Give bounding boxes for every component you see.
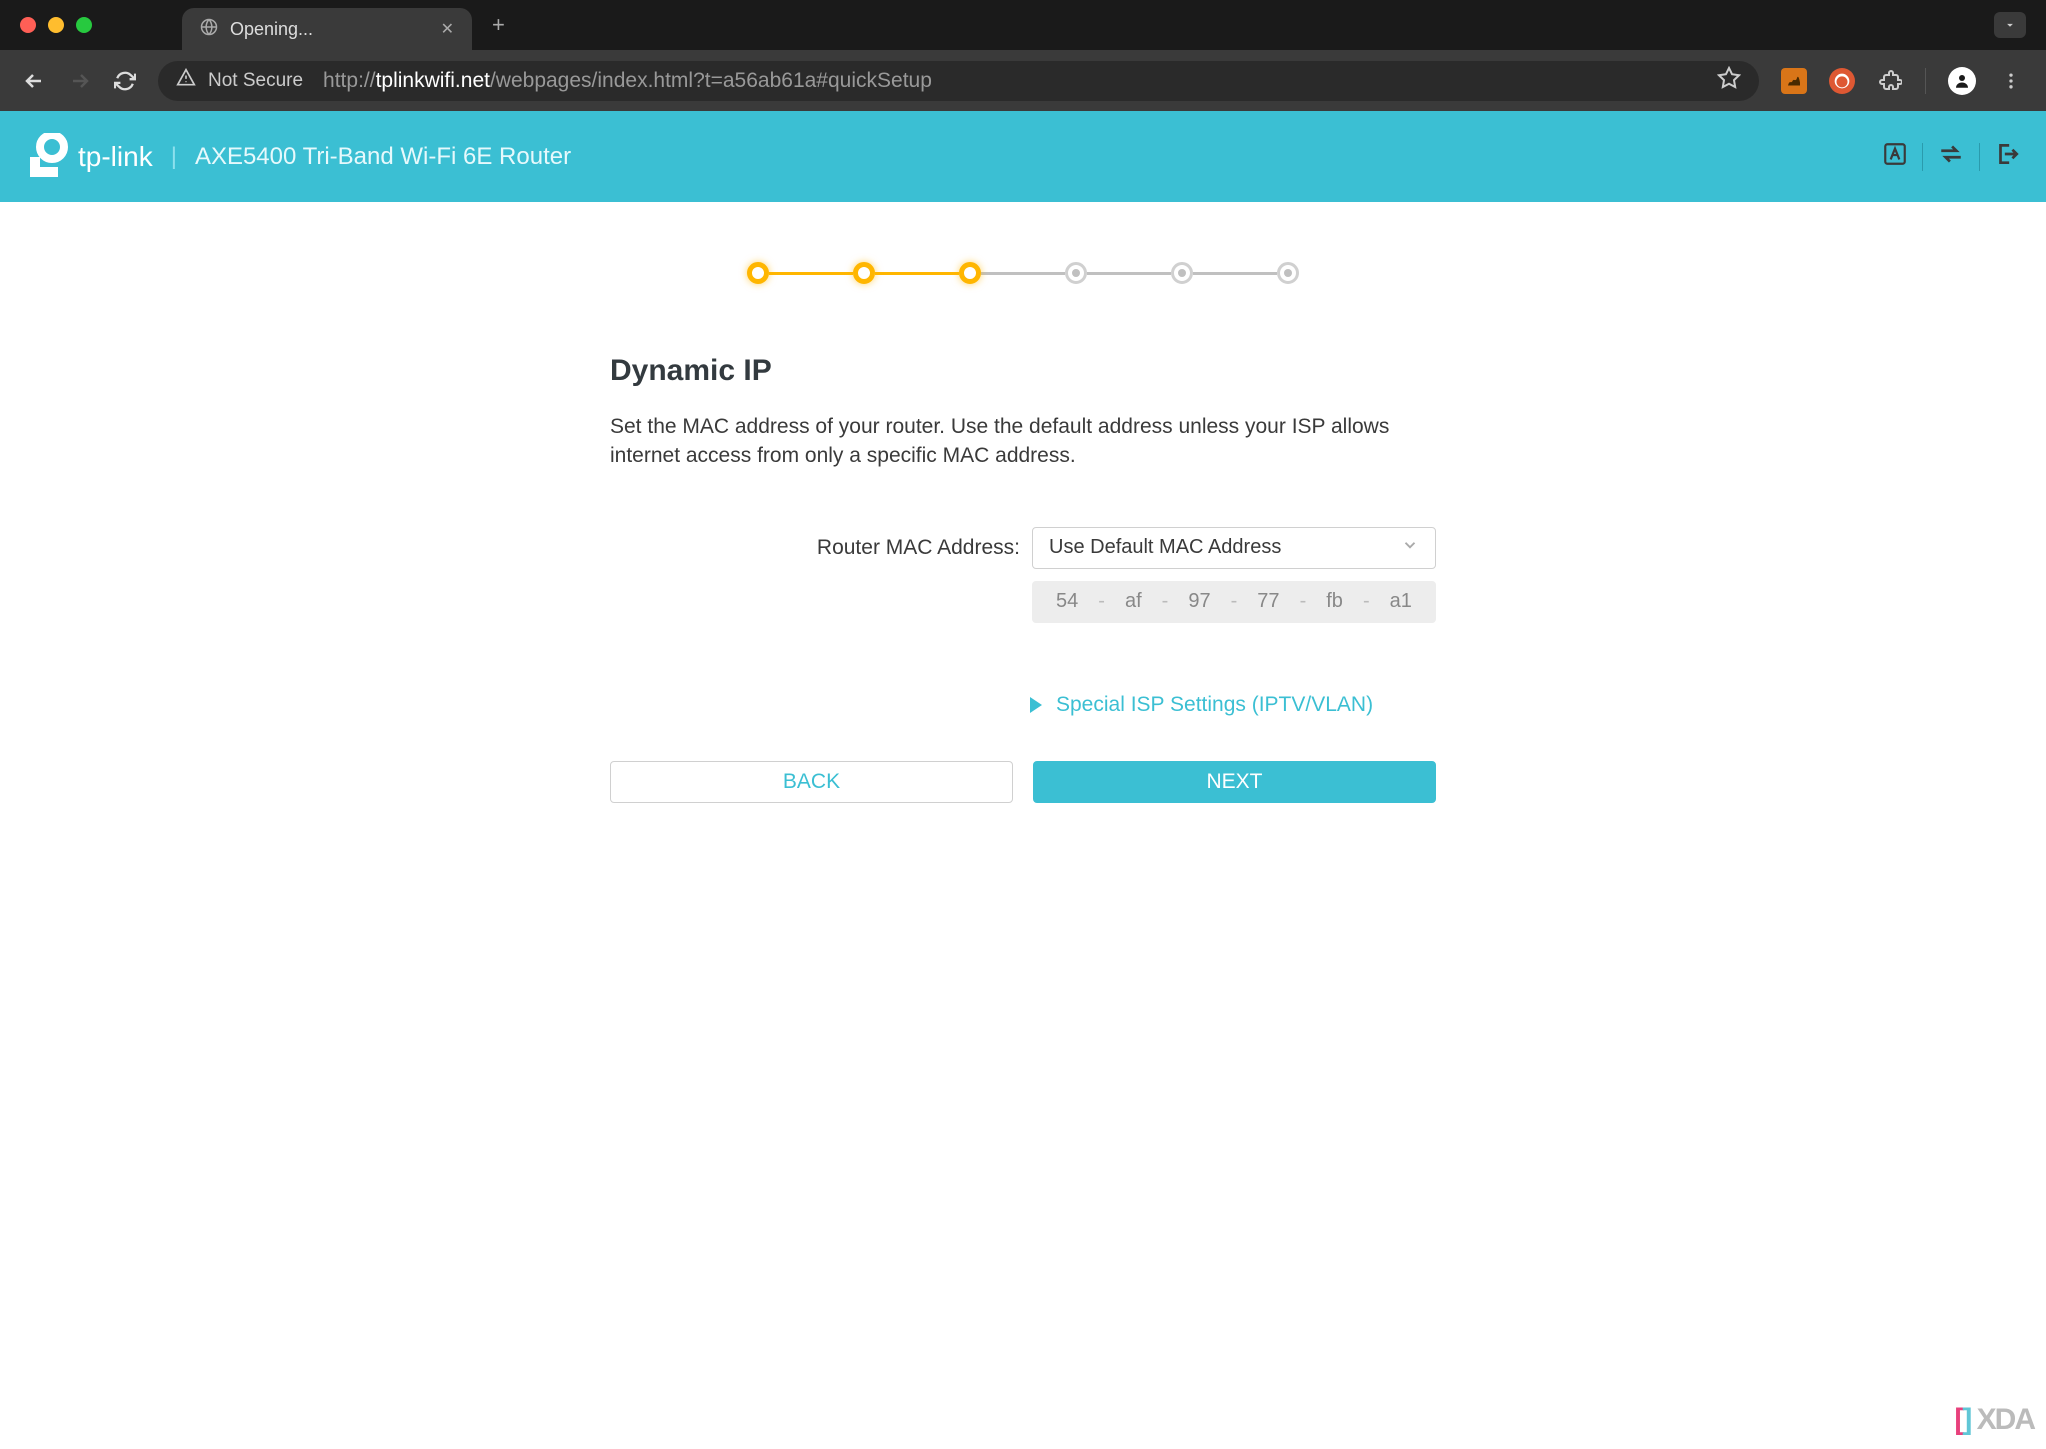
step-node-3	[959, 262, 981, 284]
extension-camelizer-icon[interactable]	[1781, 68, 1807, 94]
browser-tab[interactable]: Opening... ✕	[182, 8, 472, 50]
divider	[1925, 68, 1926, 94]
step-line	[1087, 272, 1171, 275]
next-button[interactable]: NEXT	[1033, 761, 1436, 803]
mac-separator: -	[1300, 590, 1307, 613]
extensions-button[interactable]	[1877, 68, 1903, 94]
url-bar[interactable]: Not Secure http://tplinkwifi.net/webpage…	[158, 61, 1759, 101]
divider	[1922, 143, 1923, 171]
step-node-1	[747, 262, 769, 284]
chevron-down-icon	[1401, 536, 1419, 560]
url-bar-row: Not Secure http://tplinkwifi.net/webpage…	[0, 50, 2046, 111]
mac-address-row: Router MAC Address: Use Default MAC Addr…	[610, 527, 1436, 569]
tabs-dropdown-button[interactable]	[1994, 12, 2026, 38]
back-button[interactable]: BACK	[610, 761, 1013, 803]
triangle-right-icon	[1030, 697, 1042, 713]
logout-button[interactable]	[1994, 141, 2020, 172]
mac-address-display: 54-af-97-77-fb-a1	[1032, 581, 1436, 623]
app-header: tp-link | AXE5400 Tri-Band Wi-Fi 6E Rout…	[0, 111, 2046, 202]
step-line	[981, 272, 1065, 275]
tplink-logo-icon	[26, 133, 70, 181]
button-row: BACK NEXT	[610, 761, 1436, 803]
minimize-window-button[interactable]	[48, 17, 64, 33]
mac-address-label: Router MAC Address:	[817, 536, 1020, 560]
tab-title: Opening...	[230, 19, 429, 40]
page-description: Set the MAC address of your router. Use …	[610, 412, 1436, 471]
product-name: AXE5400 Tri-Band Wi-Fi 6E Router	[195, 143, 571, 171]
reload-button[interactable]	[114, 70, 136, 92]
mac-display-row: 54-af-97-77-fb-a1	[610, 581, 1436, 623]
not-secure-icon	[176, 68, 196, 93]
page-title: Dynamic IP	[610, 354, 1436, 388]
profile-button[interactable]	[1948, 67, 1976, 95]
mac-address-select[interactable]: Use Default MAC Address	[1032, 527, 1436, 569]
brand-name: tp-link	[78, 141, 153, 173]
new-tab-button[interactable]: +	[492, 12, 505, 38]
url-text: http://tplinkwifi.net/webpages/index.htm…	[323, 69, 932, 93]
bookmark-star-icon[interactable]	[1717, 66, 1741, 95]
language-button[interactable]	[1882, 141, 1908, 172]
step-node-5	[1171, 262, 1193, 284]
maximize-window-button[interactable]	[76, 17, 92, 33]
setup-panel: Dynamic IP Set the MAC address of your r…	[610, 354, 1436, 803]
expand-label: Special ISP Settings (IPTV/VLAN)	[1056, 693, 1373, 717]
step-line	[769, 272, 853, 275]
browser-menu-button[interactable]	[1998, 68, 2024, 94]
mac-octet: fb	[1326, 590, 1343, 613]
divider	[1979, 143, 1980, 171]
progress-stepper	[747, 262, 1299, 284]
main-content: Dynamic IP Set the MAC address of your r…	[0, 202, 2046, 863]
divider: |	[171, 143, 177, 171]
close-tab-icon[interactable]: ✕	[441, 19, 454, 39]
mac-octet: 77	[1257, 590, 1279, 613]
xda-watermark: [] XDA	[1954, 1403, 2034, 1437]
mac-octet: 97	[1188, 590, 1210, 613]
step-line	[875, 272, 959, 275]
security-label: Not Secure	[208, 70, 303, 92]
browser-actions	[1781, 67, 2024, 95]
select-value: Use Default MAC Address	[1049, 536, 1281, 559]
window-controls	[20, 17, 92, 33]
titlebar: Opening... ✕ +	[0, 0, 2046, 50]
mac-separator: -	[1363, 590, 1370, 613]
switch-mode-button[interactable]	[1937, 141, 1965, 172]
mac-octet: a1	[1390, 590, 1412, 613]
step-node-2	[853, 262, 875, 284]
step-node-6	[1277, 262, 1299, 284]
special-isp-settings-toggle[interactable]: Special ISP Settings (IPTV/VLAN)	[1030, 693, 1436, 717]
bracket-icon: ]	[1962, 1403, 1970, 1437]
mac-separator: -	[1098, 590, 1105, 613]
step-line	[1193, 272, 1277, 275]
mac-separator: -	[1231, 590, 1238, 613]
brand-logo: tp-link	[26, 133, 153, 181]
header-actions	[1882, 141, 2020, 172]
step-node-4	[1065, 262, 1087, 284]
forward-button[interactable]	[68, 69, 92, 93]
globe-icon	[200, 18, 218, 41]
mac-separator: -	[1162, 590, 1169, 613]
extension-duckduckgo-icon[interactable]	[1829, 68, 1855, 94]
close-window-button[interactable]	[20, 17, 36, 33]
mac-octet: 54	[1056, 590, 1078, 613]
back-button[interactable]	[22, 69, 46, 93]
bracket-icon: [	[1954, 1403, 1962, 1437]
mac-octet: af	[1125, 590, 1142, 613]
browser-chrome: Opening... ✕ + Not Secure http://tplinkw…	[0, 0, 2046, 111]
